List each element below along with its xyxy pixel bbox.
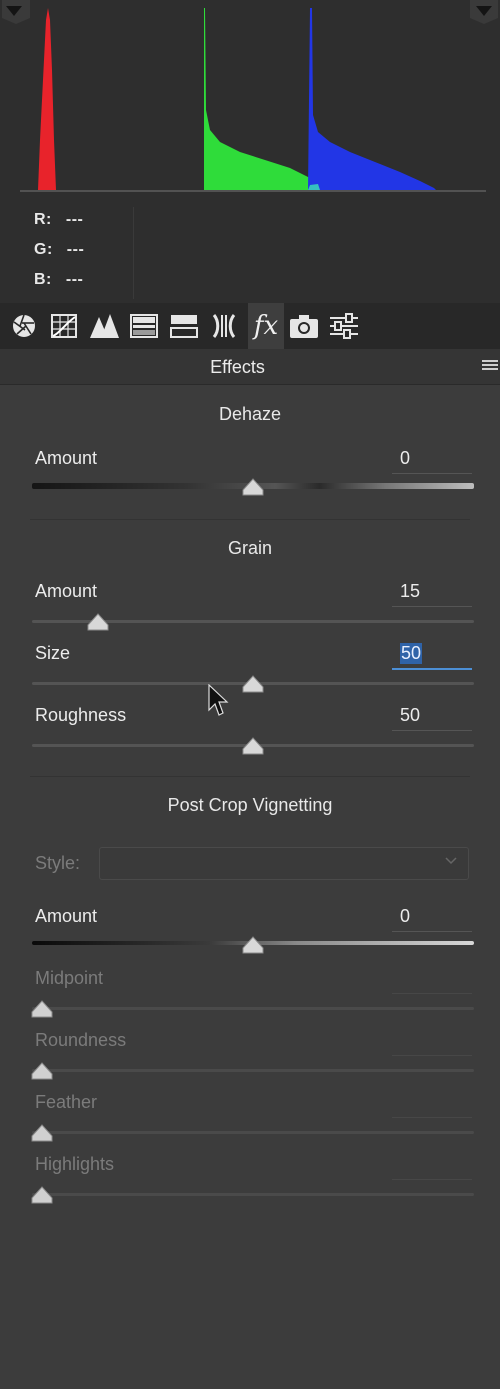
vignetting-highlights-label: Highlights — [35, 1154, 115, 1174]
dehaze-amount-thumb[interactable] — [242, 478, 264, 496]
hsl-icon[interactable] — [129, 311, 159, 341]
vignetting-style-label: Style: — [35, 853, 81, 873]
panel-tabs-toolbar: fx — [0, 303, 500, 349]
readout-g: G: --- — [34, 241, 85, 258]
vignetting-amount-thumb[interactable] — [242, 936, 264, 954]
vignetting-feather-slider — [32, 1131, 474, 1134]
grain-roughness-thumb[interactable] — [242, 737, 264, 755]
vignetting-highlights-thumb — [31, 1186, 53, 1204]
vignetting-roundness-thumb — [31, 1062, 53, 1080]
grain-amount-thumb[interactable] — [87, 613, 109, 631]
histogram-chart — [2, 0, 498, 192]
grain-size-field[interactable]: 50 — [392, 642, 472, 670]
chevron-down-icon — [445, 857, 457, 865]
grain-size-thumb[interactable] — [242, 675, 264, 693]
split-toning-icon[interactable] — [169, 311, 199, 341]
vignetting-feather-label: Feather — [35, 1092, 98, 1112]
vignetting-midpoint-field — [392, 967, 472, 994]
vignetting-amount-field[interactable]: 0 — [392, 905, 472, 932]
grain-amount-label: Amount — [35, 581, 98, 601]
detail-icon[interactable] — [89, 311, 119, 341]
vignetting-roundness-label: Roundness — [35, 1030, 127, 1050]
histogram-red — [38, 8, 56, 190]
mouse-cursor-icon — [208, 684, 229, 716]
panel-header: Effects — [0, 349, 500, 385]
grain-size-label: Size — [35, 643, 71, 663]
grain-title: Grain — [227, 538, 272, 558]
grain-amount-field[interactable]: 15 — [392, 580, 472, 607]
histogram-blue — [308, 8, 436, 190]
readout-b: B: --- — [34, 271, 84, 288]
vignetting-roundness-field — [392, 1029, 472, 1056]
dehaze-title: Dehaze — [218, 404, 282, 424]
vignetting-highlights-slider — [32, 1193, 474, 1196]
dehaze-amount-label: Amount — [35, 448, 98, 468]
vignetting-midpoint-thumb — [31, 1000, 53, 1018]
histogram-green — [204, 8, 320, 190]
vignetting-title: Post Crop Vignetting — [167, 795, 333, 815]
camera-calibration-icon[interactable] — [289, 311, 319, 341]
vignetting-roundness-slider — [32, 1069, 474, 1072]
basic-icon[interactable] — [9, 311, 39, 341]
fx-icon[interactable]: fx — [248, 303, 284, 349]
tone-curve-icon[interactable] — [49, 311, 79, 341]
histogram-panel: R: --- G: --- B: --- — [0, 0, 500, 303]
panel-menu-icon[interactable] — [482, 360, 498, 372]
vignetting-highlights-field — [392, 1153, 472, 1180]
vignetting-style-select[interactable] — [99, 847, 469, 880]
presets-icon[interactable] — [329, 311, 359, 341]
vignetting-midpoint-label: Midpoint — [35, 968, 104, 988]
vignetting-amount-label: Amount — [35, 906, 98, 926]
dehaze-amount-field[interactable]: 0 — [392, 447, 472, 474]
vignetting-feather-field — [392, 1091, 472, 1118]
grain-roughness-label: Roughness — [35, 705, 127, 725]
readout-r: R: --- — [34, 211, 84, 228]
vignetting-feather-thumb — [31, 1124, 53, 1142]
lens-corrections-icon[interactable] — [209, 311, 239, 341]
vignetting-midpoint-slider — [32, 1007, 474, 1010]
grain-roughness-field[interactable]: 50 — [392, 704, 472, 731]
panel-title: Effects — [210, 357, 265, 377]
